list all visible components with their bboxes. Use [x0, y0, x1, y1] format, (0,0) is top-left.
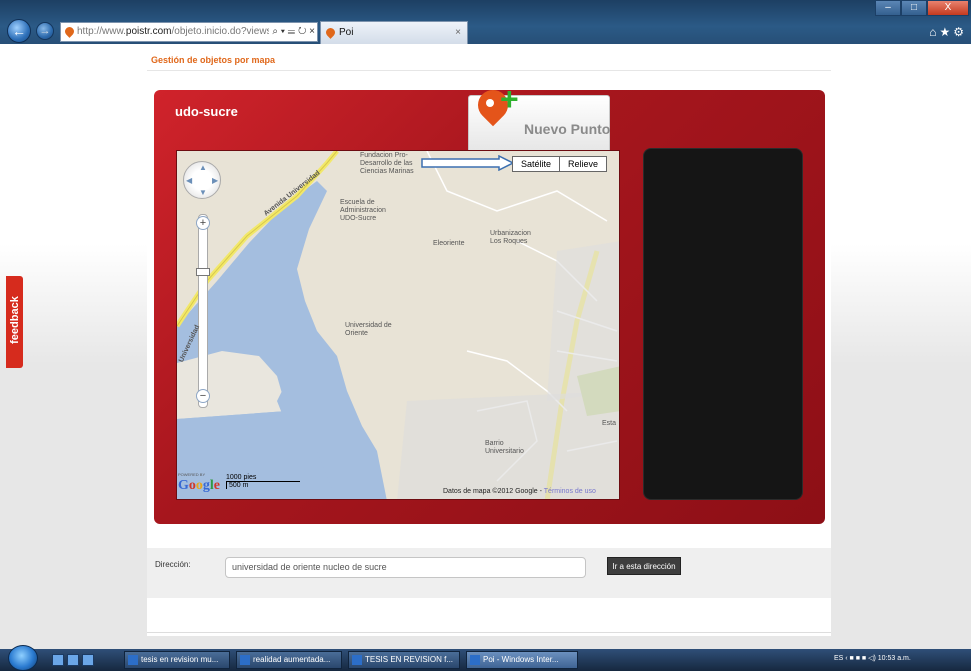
terms-link[interactable]: Términos de uso: [544, 488, 596, 495]
taskbar-item-active[interactable]: Poi - Windows Inter...: [466, 651, 578, 669]
map-label-eleoriente: Eleoriente: [433, 240, 465, 247]
taskbar-item[interactable]: tesis en revision mu...: [124, 651, 230, 669]
map-attribution: Datos de mapa ©2012 Google - Términos de…: [443, 488, 596, 495]
map-label-fundacion: Fundacion Pro-Desarrollo de las Ciencias…: [360, 152, 414, 175]
map-terrain: [177, 151, 619, 499]
panel-title: udo-sucre: [175, 104, 238, 119]
scale-feet: 1000 pies: [226, 474, 257, 481]
satellite-button[interactable]: Satélite: [513, 157, 561, 171]
arrow-annotation-icon: [421, 155, 515, 171]
close-window-button[interactable]: X: [927, 0, 969, 16]
google-logo: Google: [178, 478, 220, 493]
new-point-label: Nuevo Punto: [524, 121, 611, 137]
page-heading: Gestión de objetos por mapa: [151, 55, 276, 65]
footer-divider: [147, 632, 831, 633]
minimize-button[interactable]: –: [875, 0, 901, 16]
tab-favicon-icon: [324, 26, 337, 39]
side-panel: [643, 148, 803, 500]
system-tray[interactable]: ES ‹ ■ ■ ■ ◁) 10:53 a.m.: [834, 651, 911, 667]
zoom-slider[interactable]: [198, 214, 208, 408]
pan-right-icon[interactable]: ▶: [212, 176, 218, 185]
feedback-tab[interactable]: feedback: [6, 276, 23, 368]
quick-launch-icon[interactable]: [52, 654, 64, 666]
relief-button[interactable]: Relieve: [560, 157, 606, 171]
scale-meters: 500 m: [226, 481, 300, 489]
map-label-escuela: Escuela de Administracion UDO-Sucre: [340, 199, 386, 222]
map-canvas[interactable]: [176, 150, 620, 500]
pan-left-icon[interactable]: ◀: [186, 176, 192, 185]
back-button[interactable]: ←: [7, 19, 31, 43]
heading-divider: [147, 70, 831, 71]
taskbar-item[interactable]: TESIS EN REVISION f...: [348, 651, 460, 669]
zoom-out-button[interactable]: −: [196, 389, 210, 403]
maximize-button[interactable]: □: [901, 0, 927, 16]
zoom-in-button[interactable]: +: [196, 216, 210, 230]
map-label-barrio: Barrio Universitario: [485, 440, 524, 455]
word-icon: [352, 655, 362, 665]
quick-launch: [52, 654, 94, 666]
folder-icon: [128, 655, 138, 665]
browser-toolbar: ← → http://www.poistr.com/objeto.inicio.…: [0, 0, 971, 44]
plus-icon: +: [500, 81, 519, 117]
address-input[interactable]: universidad de oriente nucleo de sucre: [225, 557, 586, 578]
map-label-universidad: Universidad de Oriente: [345, 322, 392, 337]
ie-icon: [470, 655, 480, 665]
quick-launch-icon[interactable]: [67, 654, 79, 666]
map-label-urbanizacion: Urbanizacion Los Roques: [490, 230, 531, 245]
tab-close-icon[interactable]: ×: [455, 22, 461, 44]
address-bar[interactable]: http://www.poistr.com/objeto.inicio.do?v…: [60, 22, 318, 42]
zoom-slider-handle[interactable]: [196, 268, 210, 276]
home-favorites-tools-icons[interactable]: ⌂★⚙: [929, 25, 967, 39]
map-scale: 1000 pies 500 m: [226, 474, 300, 489]
go-to-address-button[interactable]: Ir a esta dirección: [607, 557, 681, 575]
pin-center: [486, 99, 494, 107]
word-icon: [240, 655, 250, 665]
powered-by: POWERED BY: [178, 472, 206, 477]
pan-up-icon[interactable]: ▲: [199, 163, 207, 172]
forward-button[interactable]: →: [36, 22, 54, 40]
map-type-control: Satélite Relieve: [512, 156, 608, 172]
tab-poi[interactable]: Poi ×: [320, 21, 468, 44]
quick-launch-icon[interactable]: [82, 654, 94, 666]
window-controls: – □ X: [875, 0, 969, 16]
address-label: Dirección:: [155, 560, 191, 569]
taskbar-item[interactable]: realidad aumentada...: [236, 651, 342, 669]
feedback-label: feedback: [9, 296, 21, 344]
start-button[interactable]: [8, 645, 38, 671]
map-label-esta: Esta: [602, 420, 617, 427]
address-tools[interactable]: ⌕ ▾ ☰ ↻ ×: [269, 23, 315, 41]
pan-down-icon[interactable]: ▼: [199, 188, 207, 197]
pan-control[interactable]: ▲ ▼ ◀ ▶: [183, 161, 221, 199]
site-favicon-icon: [63, 25, 76, 38]
